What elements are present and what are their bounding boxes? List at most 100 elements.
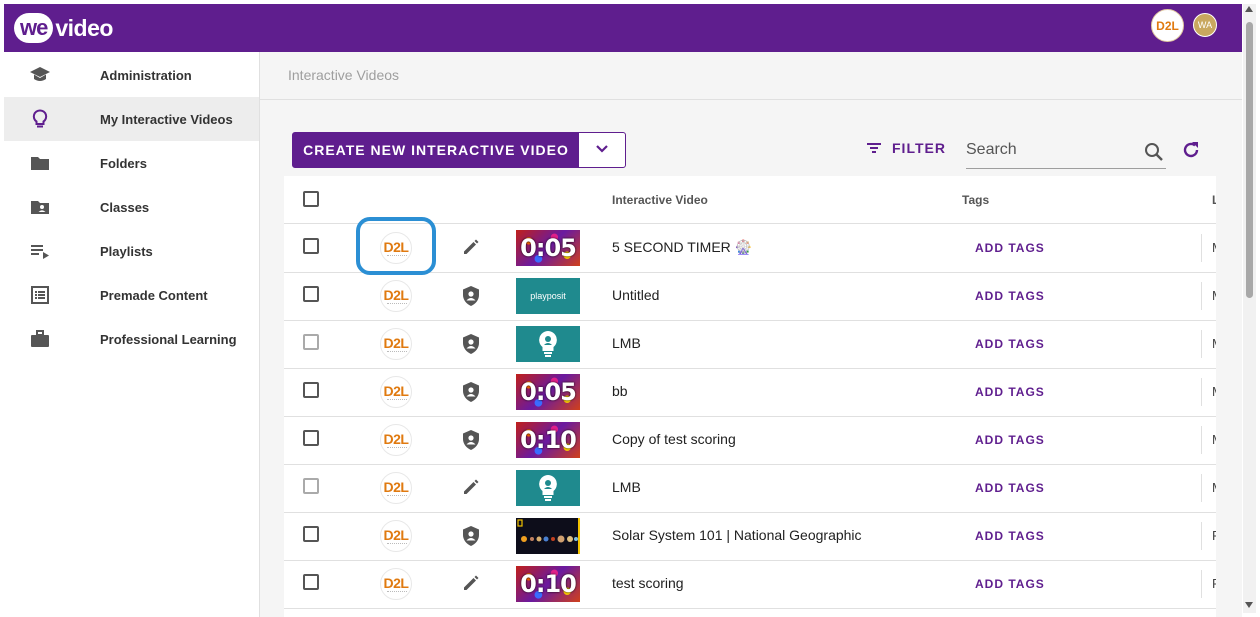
scroll-up-arrow-icon[interactable] (1245, 6, 1253, 12)
thumbnail-timer-text: 0:05 (520, 234, 577, 262)
sidebar-item-playlists[interactable]: Playlists (4, 229, 259, 273)
filter-button[interactable]: FILTER (866, 140, 946, 156)
owner-label: D2L (383, 431, 409, 447)
sidebar-item-label: Playlists (100, 243, 153, 259)
row-checkbox[interactable] (303, 478, 319, 494)
create-new-interactive-video-button[interactable]: CREATE NEW INTERACTIVE VIDEO (293, 133, 579, 167)
sidebar-item-label: Premade Content (100, 287, 208, 303)
sidebar: Administration My Interactive Videos Fol… (4, 52, 260, 617)
video-title[interactable]: test scoring (612, 575, 684, 591)
table-row[interactable]: D2L 0:05 bb ADD TAGS M (284, 368, 1216, 417)
last-column-cell: M (1201, 378, 1216, 406)
pencil-icon[interactable] (461, 477, 481, 502)
logo-dots (387, 591, 407, 594)
create-options-dropdown-button[interactable] (579, 133, 625, 167)
sidebar-item-professional-learning[interactable]: Professional Learning (4, 317, 259, 361)
wevideo-logo[interactable]: we video (14, 12, 113, 44)
shield-user-icon[interactable] (461, 525, 481, 552)
user-avatar[interactable]: WA (1193, 13, 1217, 37)
owner-d2l-logo[interactable]: D2L (380, 328, 412, 360)
video-title[interactable]: Copy of test scoring (612, 431, 736, 447)
video-title[interactable]: Untitled (612, 287, 659, 303)
logo-dots (387, 399, 407, 402)
add-tags-button[interactable]: ADD TAGS (975, 289, 1045, 303)
last-column-cell: F (1201, 522, 1216, 550)
last-column-cell: M (1201, 426, 1216, 454)
refresh-icon[interactable] (1181, 140, 1201, 165)
logo-dots (387, 495, 407, 498)
add-tags-button[interactable]: ADD TAGS (975, 481, 1045, 495)
sidebar-item-my-interactive-videos[interactable]: My Interactive Videos (4, 97, 259, 141)
shield-user-icon[interactable] (461, 333, 481, 360)
owner-d2l-logo[interactable]: D2L (380, 520, 412, 552)
owner-d2l-logo[interactable]: D2L (380, 424, 412, 456)
video-title[interactable]: Solar System 101 | National Geographic (612, 527, 862, 543)
shield-user-icon[interactable] (461, 285, 481, 312)
search-icon[interactable] (1144, 142, 1164, 167)
video-thumbnail[interactable] (516, 518, 580, 554)
thumbnail-brand-text: playposit (530, 291, 566, 301)
sidebar-item-administration[interactable]: Administration (4, 53, 259, 97)
list-document-icon (28, 285, 52, 305)
owner-highlight-ring (356, 217, 436, 275)
scrollbar[interactable] (1243, 4, 1256, 613)
owner-d2l-logo[interactable]: D2L (380, 568, 412, 600)
sidebar-item-label: My Interactive Videos (100, 111, 233, 127)
video-thumbnail[interactable] (516, 326, 580, 362)
class-folder-icon (28, 197, 52, 217)
planets-icon (516, 518, 578, 554)
row-checkbox[interactable] (303, 334, 319, 350)
add-tags-button[interactable]: ADD TAGS (975, 337, 1045, 351)
sidebar-item-label: Administration (100, 67, 192, 83)
video-thumbnail[interactable]: playposit (516, 278, 580, 314)
video-thumbnail[interactable] (516, 470, 580, 506)
search-input[interactable] (966, 141, 1136, 159)
video-title[interactable]: LMB (612, 335, 641, 351)
video-title[interactable]: LMB (612, 479, 641, 495)
row-checkbox[interactable] (303, 286, 319, 302)
table-row[interactable]: D2L playposit Untitled ADD TAGS M (284, 272, 1216, 321)
scrollbar-thumb[interactable] (1246, 22, 1253, 298)
table-row[interactable]: D2L LMB ADD TAGS M (284, 464, 1216, 513)
row-checkbox[interactable] (303, 382, 319, 398)
shield-user-icon[interactable] (461, 381, 481, 408)
table-row[interactable]: D2L Solar System 101 | National Geographi… (284, 512, 1216, 561)
video-thumbnail[interactable]: 0:10 (516, 566, 580, 602)
sidebar-item-classes[interactable]: Classes (4, 185, 259, 229)
table-row[interactable]: D2L 0:10 test scoring ADD TAGS F (284, 560, 1216, 609)
add-tags-button[interactable]: ADD TAGS (975, 433, 1045, 447)
owner-d2l-logo[interactable]: D2L (380, 280, 412, 312)
owner-label: D2L (383, 575, 409, 591)
row-checkbox[interactable] (303, 526, 319, 542)
column-header-interactive-video[interactable]: Interactive Video (612, 193, 708, 207)
scroll-down-arrow-icon[interactable] (1245, 602, 1253, 608)
table-row[interactable]: D2L LMB ADD TAGS M (284, 320, 1216, 369)
column-header-tags[interactable]: Tags (962, 193, 989, 207)
sidebar-item-folders[interactable]: Folders (4, 141, 259, 185)
shield-user-icon[interactable] (461, 429, 481, 456)
last-column-cell: M (1201, 474, 1216, 502)
column-header-last[interactable]: L (1212, 193, 1216, 207)
add-tags-button[interactable]: ADD TAGS (975, 385, 1045, 399)
owner-d2l-logo[interactable]: D2L (380, 376, 412, 408)
row-checkbox[interactable] (303, 238, 319, 254)
add-tags-button[interactable]: ADD TAGS (975, 529, 1045, 543)
row-checkbox[interactable] (303, 574, 319, 590)
video-title[interactable]: bb (612, 383, 628, 399)
select-all-checkbox[interactable] (303, 191, 319, 207)
org-badge[interactable]: D2L (1151, 9, 1184, 42)
video-thumbnail[interactable]: 0:05 (516, 374, 580, 410)
video-thumbnail[interactable]: 0:10 (516, 422, 580, 458)
filter-icon (866, 142, 882, 154)
row-checkbox[interactable] (303, 430, 319, 446)
pencil-icon[interactable] (461, 237, 481, 262)
add-tags-button[interactable]: ADD TAGS (975, 577, 1045, 591)
video-thumbnail[interactable]: 0:05 (516, 230, 580, 266)
video-title[interactable]: 5 SECOND TIMER 🎡 (612, 239, 752, 256)
playlist-icon (28, 241, 52, 261)
table-row[interactable]: D2L 0:10 Copy of test scoring ADD TAGS M (284, 416, 1216, 465)
owner-d2l-logo[interactable]: D2L (380, 472, 412, 504)
pencil-icon[interactable] (461, 573, 481, 598)
sidebar-item-premade-content[interactable]: Premade Content (4, 273, 259, 317)
add-tags-button[interactable]: ADD TAGS (975, 241, 1045, 255)
